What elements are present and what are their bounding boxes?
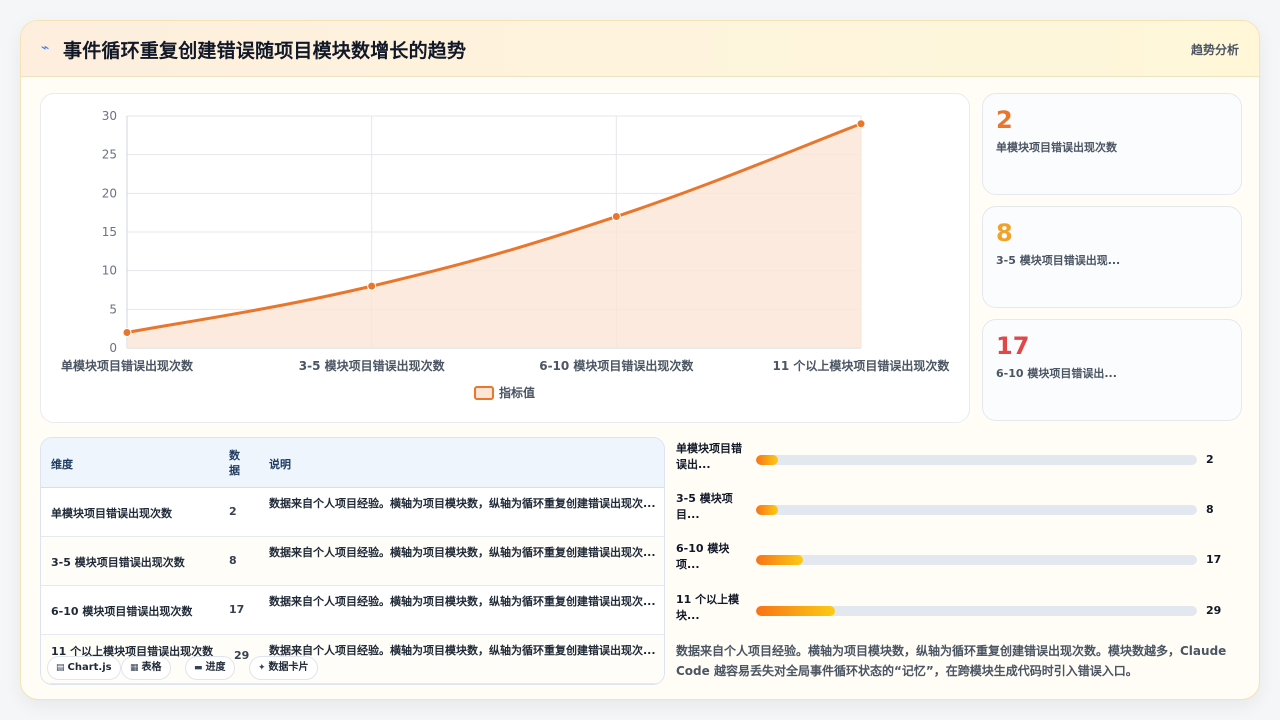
line-chart: 0 5 10 15 20 25 30 单模块项目错误出现次数 3-5 模块项目错误出现次数 6-1…	[61, 109, 951, 400]
x-tick-label: 单模块项目错误出现次数	[61, 358, 194, 373]
progress-icon: ▬	[194, 663, 203, 673]
progress-fill	[756, 606, 836, 616]
stat-label: 单模块项目错误出现次数	[996, 141, 1117, 154]
progress-value: 29	[1206, 604, 1222, 617]
x-tick-label: 6-10 模块项目错误出现次数	[539, 358, 694, 373]
progress-value: 2	[1206, 453, 1214, 466]
progress-item: 6-10 模块项... 17	[676, 541, 1236, 581]
progress-track	[756, 555, 1197, 565]
y-tick-label: 30	[102, 109, 117, 123]
progress-label: 11 个以上模块...	[676, 593, 740, 622]
chip-label: 数据卡片	[268, 662, 309, 673]
data-point	[367, 281, 377, 291]
table-row: 3-5 模块项目错误出现次数 8 数据来自个人项目经验。横轴为项目模块数，纵轴为…	[41, 537, 664, 586]
row-value: 8	[229, 554, 237, 567]
chip-progress[interactable]: ▬ 进度	[185, 656, 235, 680]
progress-value: 17	[1206, 553, 1222, 566]
line-chart-panel: 0 5 10 15 20 25 30 单模块项目错误出现次数 3-5 模块项目错误出现次数 6-1…	[40, 93, 970, 423]
data-source-note: 数据来自个人项目经验。横轴为项目模块数，纵轴为循环重复创建错误出现次数。模块数越…	[676, 644, 1227, 678]
data-point	[611, 212, 621, 222]
progress-fill	[756, 555, 803, 565]
chip-label: 进度	[205, 662, 226, 673]
x-tick-label: 11 个以上模块项目错误出现次数	[773, 358, 951, 373]
stat-value: 17	[996, 332, 1030, 360]
column-header-dimension: 维度	[51, 458, 73, 471]
row-value: 17	[229, 603, 245, 616]
table-row: 单模块项目错误出现次数 2 数据来自个人项目经验。横轴为项目模块数，纵轴为循环重…	[41, 488, 664, 537]
column-header-value: 数据	[229, 449, 240, 477]
data-point	[122, 328, 132, 338]
stat-label: 3-5 模块项目错误出现...	[996, 254, 1121, 267]
progress-fill	[756, 455, 779, 465]
data-point	[856, 119, 866, 129]
y-tick-label: 20	[102, 186, 117, 200]
legend-swatch	[474, 386, 494, 400]
y-tick-label: 5	[109, 302, 117, 316]
trend-analysis-tag: 趋势分析	[1190, 43, 1239, 57]
x-tick-label: 3-5 模块项目错误出现次数	[299, 358, 446, 373]
row-value: 29	[234, 649, 250, 662]
column-header-description: 说明	[269, 458, 291, 471]
row-dimension: 3-5 模块项目错误出现次数	[51, 556, 185, 569]
table-header: 维度 数据 说明	[41, 438, 664, 488]
progress-item: 3-5 模块项目... 8	[676, 491, 1236, 531]
row-description: 数据来自个人项目经验。横轴为项目模块数，纵轴为循环重复创建错误出现次...	[269, 644, 656, 657]
chip-table[interactable]: ▦ 表格	[121, 656, 171, 680]
row-description: 数据来自个人项目经验。横轴为项目模块数，纵轴为循环重复创建错误出现次...	[269, 546, 656, 559]
page-title: 事件循环重复创建错误随项目模块数增长的趋势	[63, 40, 467, 62]
progress-item: 11 个以上模块... 29	[676, 592, 1236, 632]
chip-chartjs[interactable]: ▤ Chart.js	[47, 656, 121, 680]
table-row: 6-10 模块项目错误出现次数 17 数据来自个人项目经验。横轴为项目模块数，纵…	[41, 586, 664, 635]
chart-icon: ▤	[56, 663, 65, 673]
progress-label: 6-10 模块项...	[676, 542, 730, 571]
header-bar: ⌁ 事件循环重复创建错误随项目模块数增长的趋势 趋势分析	[21, 21, 1259, 77]
chip-label: Chart.js	[67, 662, 112, 673]
progress-label: 单模块项目错误出...	[676, 442, 742, 471]
stat-card-single-module: 2 单模块项目错误出现次数	[982, 93, 1242, 195]
stat-card-6-10-modules: 17 6-10 模块项目错误出...	[982, 319, 1242, 421]
lightning-icon: ⌁	[41, 40, 50, 56]
stat-value: 8	[996, 219, 1013, 247]
chip-label: 表格	[141, 662, 162, 673]
row-description: 数据来自个人项目经验。横轴为项目模块数，纵轴为循环重复创建错误出现次...	[269, 497, 656, 510]
progress-track	[756, 505, 1197, 515]
row-value: 2	[229, 505, 237, 518]
row-description: 数据来自个人项目经验。横轴为项目模块数，纵轴为循环重复创建错误出现次...	[269, 595, 656, 608]
progress-value: 8	[1206, 503, 1214, 516]
y-tick-label: 25	[102, 148, 117, 162]
data-table: 维度 数据 说明 单模块项目错误出现次数 2 数据来自个人项目经验。横轴为项目模…	[40, 437, 665, 685]
y-tick-label: 10	[102, 264, 117, 278]
row-dimension: 6-10 模块项目错误出现次数	[51, 605, 193, 618]
sparkle-icon: ✦	[258, 663, 266, 673]
stat-label: 6-10 模块项目错误出...	[996, 367, 1117, 380]
legend-label: 指标值	[499, 385, 535, 400]
chip-data-cards[interactable]: ✦ 数据卡片	[249, 656, 318, 680]
stat-card-3-5-modules: 8 3-5 模块项目错误出现...	[982, 206, 1242, 308]
progress-track	[756, 606, 1197, 616]
stat-value: 2	[996, 106, 1013, 134]
progress-item: 单模块项目错误出... 2	[676, 441, 1236, 481]
dashboard-card: ⌁ 事件循环重复创建错误随项目模块数增长的趋势 趋势分析 0 5 10 15 20 25 3…	[20, 20, 1260, 700]
y-tick-label: 15	[102, 225, 117, 239]
progress-track	[756, 455, 1197, 465]
y-tick-label: 0	[109, 341, 117, 355]
row-dimension: 单模块项目错误出现次数	[51, 507, 172, 520]
progress-label: 3-5 模块项目...	[676, 492, 733, 521]
progress-fill	[756, 505, 779, 515]
table-icon: ▦	[130, 663, 139, 673]
